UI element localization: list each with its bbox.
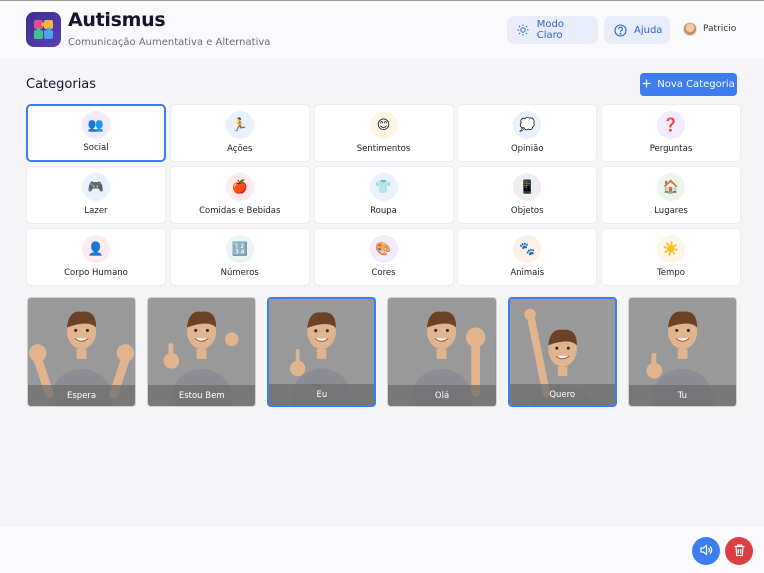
- gamepad-icon: 🎮: [82, 173, 110, 201]
- category-card[interactable]: 🐾 Animais: [457, 228, 598, 286]
- people-icon: 👥: [82, 111, 110, 139]
- pictogram-card[interactable]: Estou Bem: [147, 297, 257, 407]
- house-icon: 🏠: [657, 173, 685, 201]
- running-person-icon: 🏃: [225, 111, 254, 139]
- trash-icon: [733, 542, 746, 561]
- pictogram-caption: Olá: [388, 385, 496, 406]
- pictogram-card[interactable]: Espera: [27, 297, 137, 407]
- shirt-icon: 👕: [369, 173, 398, 201]
- app-title: Autismus: [68, 9, 166, 31]
- category-label: Objetos: [510, 206, 544, 216]
- app-header: Autismus Comunicação Aumentativa e Alter…: [0, 1, 764, 58]
- category-label: Opinião: [510, 144, 544, 154]
- help-circle-icon: [614, 23, 627, 37]
- pictogram-card-row: Espera Estou Bem Eu Olá Quero Tu: [27, 297, 737, 407]
- category-card[interactable]: 💭 Opinião: [457, 104, 598, 162]
- category-card[interactable]: 👕 Roupa: [313, 166, 454, 224]
- plus-icon: [642, 79, 651, 91]
- category-card[interactable]: 🏠 Lugares: [601, 166, 741, 224]
- category-card[interactable]: 🏃 Ações: [169, 104, 310, 162]
- category-label: Cores: [371, 268, 396, 278]
- brain-puzzle-logo: [26, 12, 61, 47]
- app-subtitle: Comunicação Aumentativa e Alternativa: [68, 37, 271, 48]
- categories-heading: Categorias: [26, 77, 97, 92]
- thought-bubble-icon: 💭: [513, 111, 542, 139]
- category-card[interactable]: 📱 Objetos: [457, 166, 598, 224]
- category-card[interactable]: 🔢 Números: [169, 228, 310, 286]
- action-footer: [0, 527, 764, 573]
- phone-icon: 📱: [513, 173, 542, 201]
- category-label: Perguntas: [649, 144, 693, 154]
- theme-toggle-label: Modo Claro: [536, 19, 564, 41]
- help-label: Ajuda: [634, 24, 663, 36]
- pictogram-card[interactable]: Quero: [507, 297, 617, 407]
- pictogram-card[interactable]: Tu: [627, 297, 737, 407]
- category-card[interactable]: 🍎 Comidas e Bebidas: [169, 166, 310, 224]
- new-category-button[interactable]: Nova Categoria: [640, 73, 737, 96]
- category-card[interactable]: ❓ Perguntas: [601, 104, 741, 162]
- help-button[interactable]: Ajuda: [604, 16, 670, 44]
- category-card[interactable]: ☀️ Tempo: [601, 228, 741, 286]
- palette-icon: 🎨: [369, 235, 398, 263]
- speak-button[interactable]: [692, 537, 720, 565]
- pictogram-caption: Tu: [628, 385, 736, 406]
- sun-icon: [517, 23, 530, 37]
- category-label: Roupa: [370, 206, 397, 216]
- paw-icon: 🐾: [513, 235, 542, 263]
- category-label: Sentimentos: [356, 144, 411, 154]
- avatar: [683, 22, 697, 36]
- pictogram-caption: Estou Bem: [148, 385, 256, 406]
- numbers-icon: 🔢: [225, 235, 254, 263]
- pictogram-card[interactable]: Eu: [267, 297, 377, 407]
- category-card[interactable]: 👥 Social: [26, 104, 166, 162]
- pictogram-card[interactable]: Olá: [387, 297, 497, 407]
- clear-button[interactable]: [725, 537, 753, 565]
- pictogram-caption: Eu: [269, 384, 375, 405]
- category-card[interactable]: 😊 Sentimentos: [313, 104, 454, 162]
- pictogram-caption: Espera: [28, 385, 136, 406]
- new-category-label: Nova Categoria: [657, 79, 735, 90]
- speaker-icon: [699, 542, 713, 561]
- category-label: Tempo: [657, 268, 685, 278]
- question-mark-icon: ❓: [657, 111, 685, 139]
- category-label: Animais: [510, 268, 545, 278]
- apple-icon: 🍎: [225, 173, 254, 201]
- person-bust-icon: 👤: [82, 235, 110, 263]
- category-label: Lazer: [84, 206, 108, 216]
- user-name: Patricio: [703, 24, 737, 34]
- category-card[interactable]: 👤 Corpo Humano: [26, 228, 166, 286]
- pictogram-caption: Quero: [509, 384, 615, 405]
- theme-toggle-button[interactable]: Modo Claro: [507, 16, 598, 44]
- category-card[interactable]: 🎨 Cores: [313, 228, 454, 286]
- category-card[interactable]: 🎮 Lazer: [26, 166, 166, 224]
- category-label: Corpo Humano: [64, 268, 128, 278]
- category-grid: 👥 Social 🏃 Ações 😊 Sentimentos 💭 Opinião ❓ Pergun…: [26, 104, 741, 286]
- category-label: Social: [83, 143, 109, 153]
- category-label: Comidas e Bebidas: [199, 206, 281, 216]
- user-menu[interactable]: Patricio: [683, 22, 736, 36]
- category-label: Ações: [227, 144, 253, 154]
- category-label: Números: [220, 268, 259, 278]
- sun-icon: ☀️: [657, 235, 685, 263]
- smiley-icon: 😊: [369, 111, 398, 139]
- category-label: Lugares: [654, 206, 688, 216]
